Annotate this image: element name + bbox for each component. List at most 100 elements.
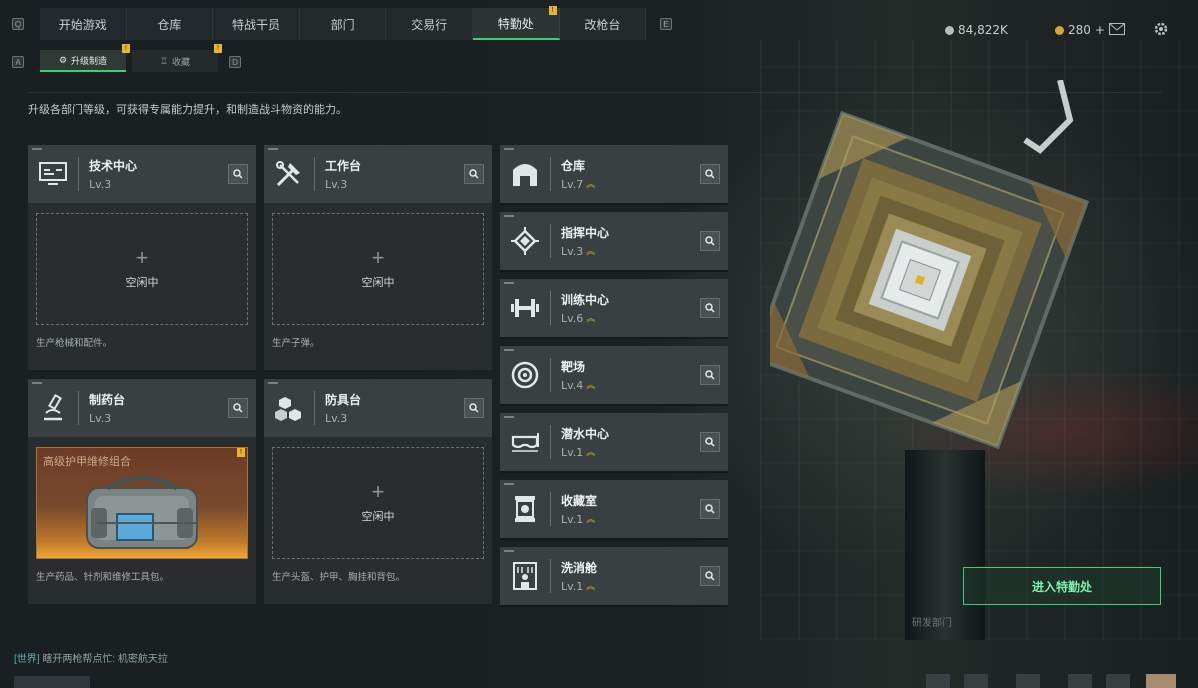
- facility-card-warehouse[interactable]: 仓库 Lv.7 ︽: [500, 145, 728, 205]
- search-icon[interactable]: [228, 164, 248, 184]
- facility-card-armor-bench[interactable]: 防具台 Lv.3 + 空闲中 生产头盔、护甲、胸挂和背包。: [264, 379, 492, 604]
- facility-level: Lv.3: [325, 412, 348, 425]
- slot-status: 空闲中: [125, 277, 159, 289]
- stats-icon[interactable]: [926, 674, 950, 688]
- facility-card-decon-chamber[interactable]: 洗消舱 Lv.1 ︽: [500, 547, 728, 607]
- facility-name: 仓库: [561, 159, 586, 173]
- nav-next-key[interactable]: E: [660, 18, 672, 30]
- plus-icon: +: [371, 479, 385, 504]
- upgrade-arrow-icon: ︽: [586, 447, 596, 458]
- facility-name: 训练中心: [561, 293, 610, 307]
- facility-description: 生产头盔、护甲、胸挂和背包。: [272, 572, 406, 583]
- display-case-icon: [500, 480, 550, 538]
- search-icon[interactable]: [700, 499, 720, 519]
- world-chat-line[interactable]: [世界] 瞎开两枪帮点忙: 机密航天拉: [14, 650, 168, 665]
- gear-icon: ⚙: [58, 54, 68, 65]
- tab-start-game[interactable]: 开始游戏: [40, 8, 127, 40]
- mail-icon[interactable]: [1108, 20, 1126, 38]
- facility-name: 技术中心: [89, 159, 138, 173]
- tab-gunsmith[interactable]: 改枪台: [560, 8, 647, 40]
- divider: [28, 92, 1162, 93]
- decon-icon: [500, 547, 550, 605]
- plus-icon: +: [371, 245, 385, 270]
- facility-level: Lv.3: [561, 245, 584, 258]
- crafting-item-slot[interactable]: 高级护甲维修组合 !: [36, 447, 248, 559]
- enter-special-ops-button[interactable]: 进入特勤处: [963, 567, 1161, 605]
- target-icon: [500, 346, 550, 404]
- facility-card-pharmacy[interactable]: 制药台 Lv.3 高级护甲维修组合 ! 生产药品、针剂和维修工具包。: [28, 379, 256, 604]
- facility-name: 洗消舱: [561, 561, 598, 575]
- armor-repair-kit-bag-icon: [86, 475, 198, 549]
- command-icon: [500, 212, 550, 270]
- squad-icon[interactable]: [1068, 674, 1092, 688]
- facility-level: Lv.3: [89, 178, 112, 191]
- notification-badge: !: [122, 44, 130, 53]
- coin-icon: [945, 25, 954, 35]
- tab-departments[interactable]: 部门: [300, 8, 387, 40]
- facility-name: 指挥中心: [561, 226, 610, 240]
- tab-upgrade-craft[interactable]: ⚙ 升级制造 !: [40, 44, 130, 72]
- diving-mask-icon: [500, 413, 550, 471]
- facility-card-training-center[interactable]: 训练中心 Lv.6 ︽: [500, 279, 728, 339]
- search-icon[interactable]: [700, 231, 720, 251]
- upgrade-arrow-icon: ︽: [586, 246, 596, 257]
- friends-icon[interactable]: [1016, 674, 1040, 688]
- nav-prev-key[interactable]: Q: [12, 18, 24, 30]
- search-icon[interactable]: [464, 398, 484, 418]
- search-icon[interactable]: [700, 566, 720, 586]
- warehouse-icon: [500, 145, 550, 203]
- facility-card-diving-center[interactable]: 潜水中心 Lv.1 ︽: [500, 413, 728, 473]
- facility-level: Lv.1: [561, 446, 584, 459]
- facility-name: 收藏室: [561, 494, 598, 508]
- facility-name: 靶场: [561, 360, 586, 374]
- facility-level: Lv.3: [325, 178, 348, 191]
- search-icon[interactable]: [228, 398, 248, 418]
- tab-market[interactable]: 交易行: [386, 8, 473, 40]
- tab-operators[interactable]: 特战干员: [213, 8, 300, 40]
- facility-level: Lv.1: [561, 513, 584, 526]
- boxes-icon: [264, 379, 314, 437]
- facility-name: 工作台: [325, 159, 362, 173]
- notification-badge: !: [548, 6, 557, 15]
- tab-special-ops[interactable]: 特勤处 !: [472, 6, 560, 40]
- production-slot[interactable]: + 空闲中: [272, 213, 484, 325]
- facility-card-workbench[interactable]: 工作台 Lv.3 + 空闲中 生产子弹。: [264, 145, 492, 370]
- shop-icon[interactable]: [964, 674, 988, 688]
- top-nav-bar: Q 开始游戏 仓库 特战干员 部门 交易行 特勤处 ! 改枪台 E 84,822…: [0, 6, 1198, 40]
- tools-icon: [264, 145, 314, 203]
- dumbbell-icon: [500, 279, 550, 337]
- chat-input-bar[interactable]: [14, 676, 90, 688]
- tab-collection[interactable]: ♖ 收藏 !: [132, 44, 222, 72]
- special-ops-cube-illustration: [770, 80, 1090, 450]
- facility-name: 防具台: [325, 393, 362, 407]
- search-icon[interactable]: [700, 365, 720, 385]
- main-tabs: 开始游戏 仓库 特战干员 部门 交易行 特勤处 ! 改枪台: [40, 6, 647, 40]
- subnav-prev-key[interactable]: A: [12, 56, 24, 68]
- subnav-next-key[interactable]: D: [229, 56, 241, 68]
- facility-description: 生产药品、针剂和维修工具包。: [36, 572, 170, 583]
- ticket-balance[interactable]: 280 +: [1055, 23, 1105, 37]
- search-icon[interactable]: [700, 298, 720, 318]
- search-icon[interactable]: [700, 164, 720, 184]
- add-tickets-button[interactable]: +: [1095, 23, 1105, 37]
- upgrade-arrow-icon: ︽: [586, 313, 596, 324]
- facility-card-shooting-range[interactable]: 靶场 Lv.4 ︽: [500, 346, 728, 406]
- facility-card-collection-room[interactable]: 收藏室 Lv.1 ︽: [500, 480, 728, 540]
- production-slot[interactable]: + 空闲中: [36, 213, 248, 325]
- team-icon[interactable]: [1106, 674, 1130, 688]
- notification-badge: !: [237, 448, 245, 457]
- facility-card-tech-center[interactable]: 技术中心 Lv.3 + 空闲中 生产枪械和配件。: [28, 145, 256, 370]
- upgrade-arrow-icon: ︽: [586, 380, 596, 391]
- facility-description: 生产枪械和配件。: [36, 338, 113, 349]
- avatar[interactable]: [1146, 674, 1176, 688]
- facility-level: Lv.1: [561, 580, 584, 593]
- facility-name: 制药台: [89, 393, 126, 407]
- coin-balance: 84,822K: [945, 23, 1008, 37]
- search-icon[interactable]: [700, 432, 720, 452]
- settings-gear-icon[interactable]: [1152, 20, 1170, 38]
- facility-card-command-center[interactable]: 指挥中心 Lv.3 ︽: [500, 212, 728, 272]
- production-slot[interactable]: + 空闲中: [272, 447, 484, 559]
- trophy-icon: ♖: [159, 55, 169, 66]
- search-icon[interactable]: [464, 164, 484, 184]
- tab-warehouse[interactable]: 仓库: [127, 8, 214, 40]
